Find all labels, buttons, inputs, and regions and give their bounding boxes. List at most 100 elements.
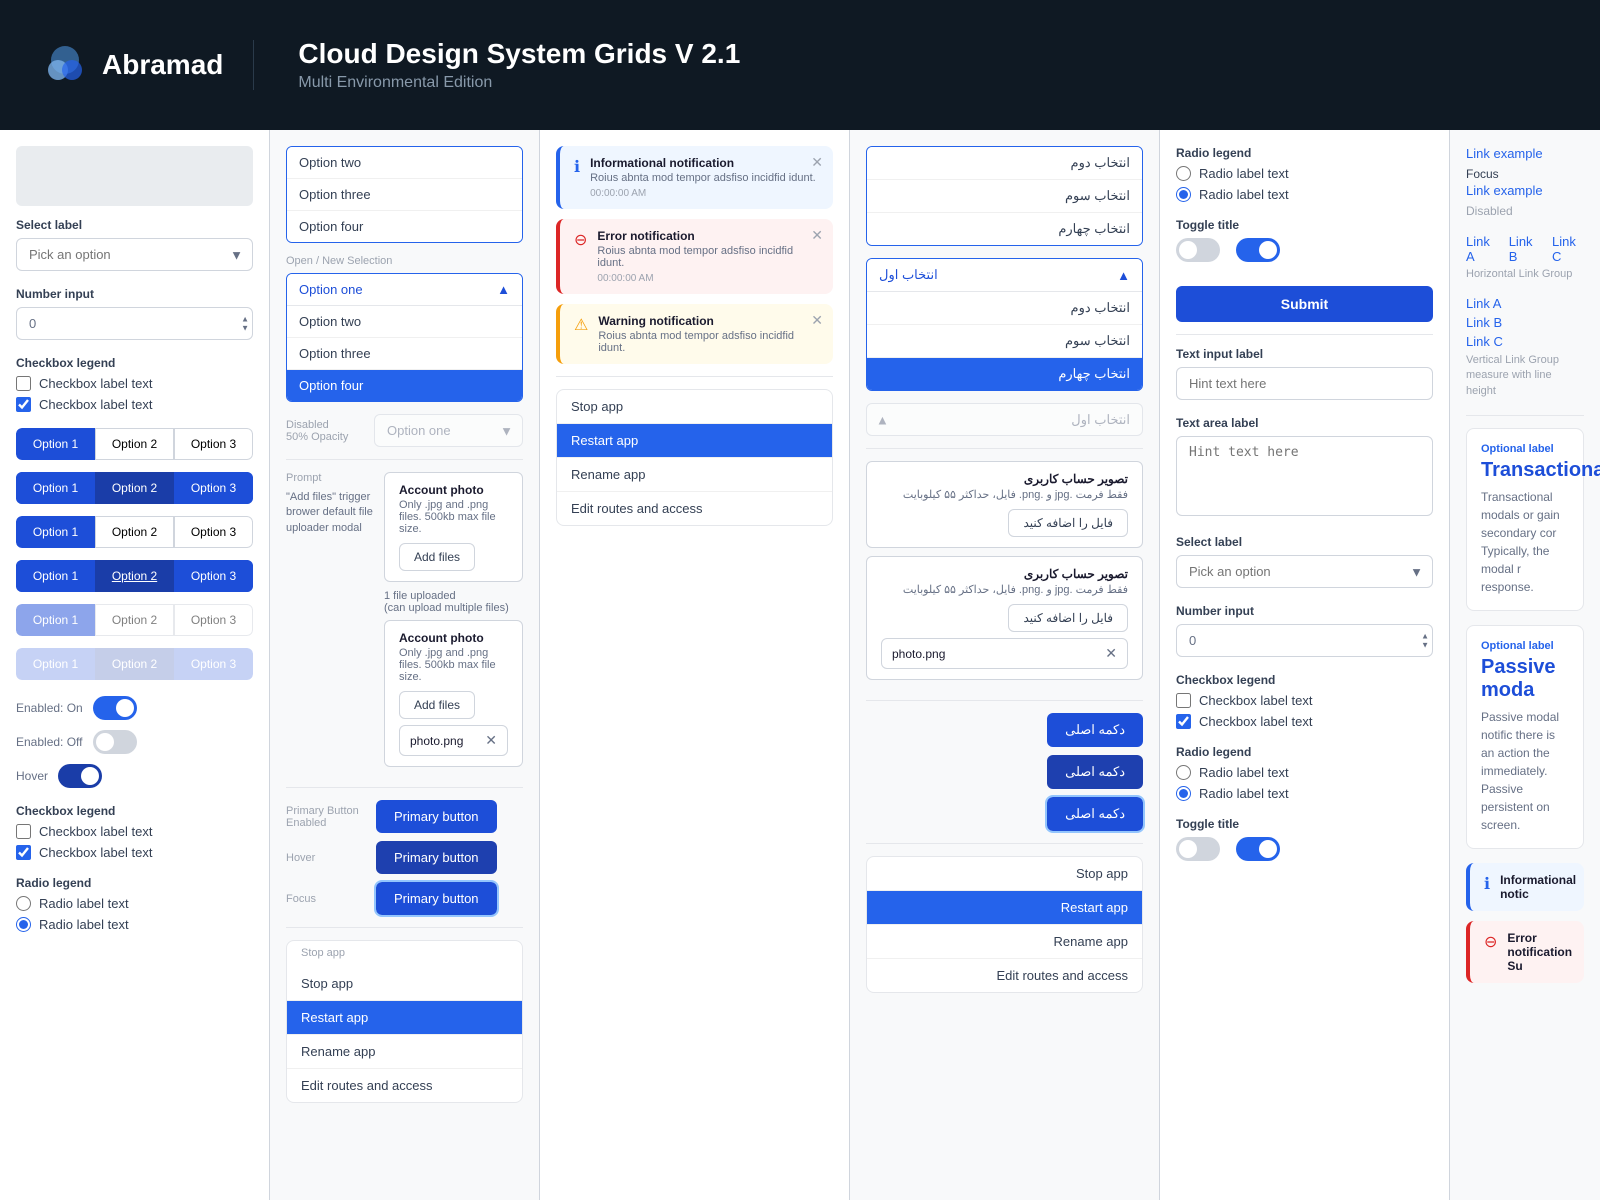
cb-col5b[interactable] (1176, 714, 1191, 729)
rtl-ctx-restart[interactable]: Restart app (867, 890, 1142, 924)
link-example-1[interactable]: Link example (1466, 146, 1543, 161)
seg-btn-3a[interactable]: Option 1 (16, 516, 95, 548)
rtl-add-files-1[interactable]: فایل را اضافه کنید (1008, 509, 1128, 537)
select-wrapper-col5[interactable]: ▼ (1176, 555, 1433, 588)
dropdown-open-four[interactable]: Option four (287, 369, 522, 401)
link-a[interactable]: Link A (1466, 234, 1497, 264)
toggle-on-col5[interactable] (1236, 238, 1280, 262)
radio-col5b-a[interactable]: Radio label text (1176, 765, 1433, 780)
seg-btn-4b[interactable]: Option 2 (95, 560, 174, 592)
checkbox-item-2b[interactable]: Checkbox label text (16, 845, 253, 860)
seg-btn-4a[interactable]: Option 1 (16, 560, 95, 592)
select-wrapper-1[interactable]: ▼ (16, 238, 253, 271)
cb-col5a[interactable] (1176, 693, 1191, 708)
context-item-restart[interactable]: Restart app (287, 1000, 522, 1034)
checkbox-input-2a[interactable] (16, 824, 31, 839)
add-files-btn-2[interactable]: Add files (399, 691, 475, 719)
checkbox-item-1b[interactable]: Checkbox label text (16, 397, 253, 412)
rtl-item-2[interactable]: انتخاب دوم (867, 147, 1142, 179)
rtl-open-3[interactable]: انتخاب سوم (867, 324, 1142, 357)
select-input-col5[interactable] (1176, 555, 1433, 588)
toggle-off-col5b[interactable] (1176, 837, 1220, 861)
dropdown-open-three[interactable]: Option three (287, 337, 522, 369)
context-item-stop[interactable]: Stop app (287, 967, 522, 1000)
radio-col5b-b[interactable]: Radio label text (1176, 786, 1433, 801)
select-input-1[interactable] (16, 238, 253, 271)
radio-input-2a[interactable] (16, 896, 31, 911)
link-b[interactable]: Link B (1509, 234, 1540, 264)
toggle-2[interactable] (93, 730, 137, 754)
add-files-btn-1[interactable]: Add files (399, 543, 475, 571)
text-area[interactable] (1176, 436, 1433, 516)
rtl-btn-3[interactable]: دکمه اصلی (1047, 797, 1143, 831)
arrow-up-col5[interactable]: ▲ (1421, 632, 1429, 640)
rtl-add-files-2[interactable]: فایل را اضافه کنید (1008, 604, 1128, 632)
dropdown-open-two[interactable]: Option two (287, 306, 522, 337)
seg-btn-1b[interactable]: Option 2 (95, 428, 174, 460)
rtl-file-remove[interactable]: ✕ (1105, 645, 1117, 662)
link-example-2[interactable]: Link example (1466, 183, 1543, 198)
checkbox-col5b[interactable]: Checkbox label text (1176, 714, 1433, 729)
seg-btn-1a[interactable]: Option 1 (16, 428, 95, 460)
primary-btn-focus[interactable]: Primary button (376, 882, 497, 915)
seg-btn-2a[interactable]: Option 1 (16, 472, 95, 504)
number-input-1[interactable] (16, 307, 253, 340)
rtl-ctx-edit[interactable]: Edit routes and access (867, 958, 1142, 992)
checkbox-col5a[interactable]: Checkbox label text (1176, 693, 1433, 708)
radio-col5b-input-b[interactable] (1176, 786, 1191, 801)
notif-info-close[interactable]: ✕ (811, 154, 823, 171)
rtl-dropdown-header[interactable]: ▲ انتخاب اول (867, 259, 1142, 292)
checkbox-item-1a[interactable]: Checkbox label text (16, 376, 253, 391)
text-input[interactable] (1176, 367, 1433, 400)
checkbox-input-2b[interactable] (16, 845, 31, 860)
seg-btn-3c[interactable]: Option 3 (174, 516, 253, 548)
seg-btn-4c[interactable]: Option 3 (174, 560, 253, 592)
arrow-down-col5[interactable]: ▼ (1421, 641, 1429, 649)
rtl-open-2[interactable]: انتخاب دوم (867, 292, 1142, 324)
primary-btn-hover[interactable]: Primary button (376, 841, 497, 874)
checkbox-input-1a[interactable] (16, 376, 31, 391)
link-c[interactable]: Link C (1552, 234, 1584, 264)
rtl-btn-2[interactable]: دکمه اصلی (1047, 755, 1143, 789)
file-remove-1[interactable]: ✕ (485, 732, 497, 749)
ctx-ltr-edit[interactable]: Edit routes and access (557, 491, 832, 525)
checkbox-item-2a[interactable]: Checkbox label text (16, 824, 253, 839)
toggle-off-col5[interactable] (1176, 238, 1220, 262)
toggle-3[interactable] (58, 764, 102, 788)
toggle-1[interactable] (93, 696, 137, 720)
arrow-up-1[interactable]: ▲ (241, 315, 249, 323)
ctx-ltr-restart[interactable]: Restart app (557, 423, 832, 457)
radio-item-2b[interactable]: Radio label text (16, 917, 253, 932)
dropdown-item-two[interactable]: Option two (287, 147, 522, 178)
dropdown-item-four[interactable]: Option four (287, 210, 522, 242)
seg-btn-2b[interactable]: Option 2 (95, 472, 174, 504)
seg-btn-2c[interactable]: Option 3 (174, 472, 253, 504)
notif-warning-close[interactable]: ✕ (811, 312, 823, 329)
primary-btn-enabled[interactable]: Primary button (376, 800, 497, 833)
context-item-edit[interactable]: Edit routes and access (287, 1068, 522, 1102)
rtl-ctx-rename[interactable]: Rename app (867, 924, 1142, 958)
context-item-rename[interactable]: Rename app (287, 1034, 522, 1068)
submit-btn[interactable]: Submit (1176, 286, 1433, 322)
rtl-open-4[interactable]: انتخاب چهارم (867, 357, 1142, 390)
dropdown-item-three[interactable]: Option three (287, 178, 522, 210)
rtl-item-4[interactable]: انتخاب چهارم (867, 212, 1142, 245)
radio-item-col5a[interactable]: Radio label text (1176, 166, 1433, 181)
notif-error-close[interactable]: ✕ (811, 227, 823, 244)
link-b2[interactable]: Link B (1466, 315, 1584, 330)
ctx-ltr-stop[interactable]: Stop app (557, 390, 832, 423)
rtl-item-3[interactable]: انتخاب سوم (867, 179, 1142, 212)
link-a2[interactable]: Link A (1466, 296, 1584, 311)
radio-item-2a[interactable]: Radio label text (16, 896, 253, 911)
seg-btn-3b[interactable]: Option 2 (95, 516, 174, 548)
rtl-ctx-stop[interactable]: Stop app (867, 857, 1142, 890)
number-input-col5[interactable] (1176, 624, 1433, 657)
radio-item-col5b[interactable]: Radio label text (1176, 187, 1433, 202)
radio-col5b-input-a[interactable] (1176, 765, 1191, 780)
link-c2[interactable]: Link C (1466, 334, 1584, 349)
seg-btn-1c[interactable]: Option 3 (174, 428, 253, 460)
ctx-ltr-rename[interactable]: Rename app (557, 457, 832, 491)
checkbox-input-1b[interactable] (16, 397, 31, 412)
radio-input-col5a[interactable] (1176, 166, 1191, 181)
rtl-btn-1[interactable]: دکمه اصلی (1047, 713, 1143, 747)
